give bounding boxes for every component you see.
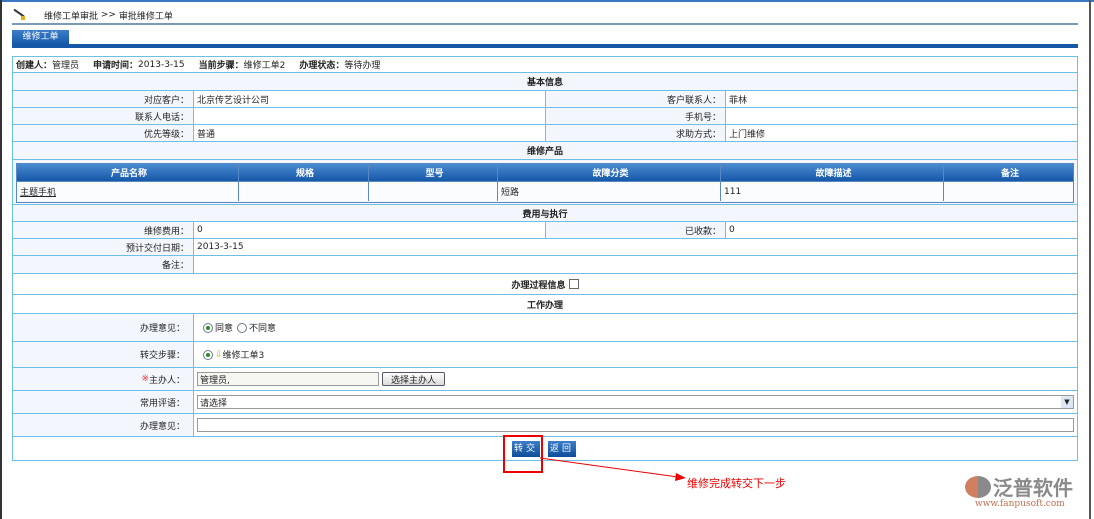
date-label: 预计交付日期： xyxy=(13,239,194,255)
process-title: 办理过程信息 xyxy=(511,280,566,291)
next-step-label: 维修工单3 xyxy=(222,351,265,361)
section-products: 维修产品 xyxy=(13,142,1077,160)
annotation-text: 维修完成转交下一步 xyxy=(687,477,786,490)
col-name: 产品名称 xyxy=(17,164,239,181)
divider xyxy=(12,23,1078,25)
received-label: 已收款： xyxy=(545,222,726,238)
remark-label: 备注： xyxy=(13,256,194,273)
comment-select[interactable]: 请选择 ▼ xyxy=(197,395,1074,409)
received-value: 0 xyxy=(729,225,735,235)
remark-row: 备注： xyxy=(13,256,1077,274)
cell-fault-type: 短路 xyxy=(498,182,721,201)
priority-label: 优先等级： xyxy=(13,125,194,141)
handler-label: 主办人： xyxy=(148,375,185,386)
mobile-label: 手机号： xyxy=(545,108,726,124)
opinion-row: 办理意见： 同意 不同意 xyxy=(13,314,1077,342)
choose-handler-button[interactable]: 选择主办人 xyxy=(382,372,446,386)
annotation-arrow xyxy=(540,457,686,481)
required-mark: ※ xyxy=(141,374,149,384)
phone-label: 联系人电话： xyxy=(13,108,194,124)
disagree-label: 不同意 xyxy=(249,324,277,334)
summary-row: 创建人： 管理员 申请时间： 2013-3-15 当前步骤： 维修工单2 办理状态：等… xyxy=(13,57,1077,73)
table-row: 主题手机 短路 111 xyxy=(17,181,1073,201)
products-header: 产品名称 规格 型号 故障分类 故障描述 备注 xyxy=(17,164,1073,181)
status-label: 办理状态： xyxy=(299,61,345,71)
section-basic: 基本信息 xyxy=(13,73,1077,91)
contact-value: 菲林 xyxy=(729,95,748,106)
products-table: 产品名称 规格 型号 故障分类 故障描述 备注 主题手机 短路 111 xyxy=(16,163,1074,203)
tab-repair-order[interactable]: 维修工单 xyxy=(12,30,69,45)
section-process: 办理过程信息 xyxy=(13,274,1077,295)
col-spec: 规格 xyxy=(239,164,369,181)
logo-name: 泛普软件 xyxy=(993,476,1073,500)
breadcrumb-parent[interactable]: 维修工单审批 xyxy=(44,9,98,22)
time: 2013-3-15 xyxy=(138,59,185,70)
repair-order-form: 创建人： 管理员 申请时间： 2013-3-15 当前步骤： 维修工单2 办理状态：等… xyxy=(12,56,1078,461)
cell-spec xyxy=(239,182,369,201)
opinion2-label: 办理意见： xyxy=(13,414,194,436)
comment-label: 常用评语： xyxy=(13,391,194,413)
col-model: 型号 xyxy=(369,164,498,181)
chevron-down-icon[interactable]: ▼ xyxy=(1061,396,1073,408)
logo-url: www.fanpusoft.com xyxy=(975,499,1065,509)
tab-bar xyxy=(12,44,1078,48)
method-value: 上门维修 xyxy=(729,129,766,140)
customer-label: 对应客户： xyxy=(13,91,194,107)
step-row: 转交步骤： ⇩ 维修工单3 xyxy=(13,342,1077,368)
agree-radio[interactable] xyxy=(203,322,213,333)
phone-row: 联系人电话： 手机号： xyxy=(13,108,1077,125)
step-label2: 转交步骤： xyxy=(13,342,194,367)
step: 维修工单2 xyxy=(243,61,286,71)
creator-label: 创建人： xyxy=(16,61,53,71)
creator: 管理员 xyxy=(52,61,80,71)
col-fault-type: 故障分类 xyxy=(498,164,721,181)
breadcrumb: 维修工单审批 >> 审批维修工单 xyxy=(12,8,173,22)
customer-row: 对应客户： 北京传艺设计公司 客户联系人： 菲林 xyxy=(13,91,1077,108)
priority-row: 优先等级： 普通 求助方式： 上门维修 xyxy=(13,125,1077,142)
agree-label: 同意 xyxy=(215,324,234,334)
handler-row: ※ 主办人： 管理员, 选择主办人 xyxy=(13,368,1077,391)
highlight-box xyxy=(503,435,543,473)
section-cost: 费用与执行 xyxy=(13,205,1077,222)
product-link[interactable]: 主题手机 xyxy=(20,185,56,198)
priority-value: 普通 xyxy=(197,129,216,140)
next-step-radio[interactable] xyxy=(203,349,213,360)
time-label: 申请时间： xyxy=(93,61,139,71)
fee-label: 维修费用： xyxy=(13,222,194,238)
method-label: 求助方式： xyxy=(545,125,726,141)
section-work: 工作办理 xyxy=(13,295,1077,314)
contact-label: 客户联系人： xyxy=(545,91,726,107)
step-label: 当前步骤： xyxy=(198,61,244,71)
fanpusoft-logo: 泛普软件 www.fanpusoft.com xyxy=(965,472,1085,514)
cell-remark xyxy=(944,182,1073,201)
cell-model xyxy=(369,182,498,201)
fee-row: 维修费用： 0 已收款： 0 xyxy=(13,222,1077,239)
comment-select-value: 请选择 xyxy=(200,398,228,409)
logo-mark-icon xyxy=(965,476,991,498)
fee-value: 0 xyxy=(197,225,203,235)
handler-input[interactable]: 管理员, xyxy=(197,372,379,386)
opinion2-row: 办理意见： xyxy=(13,414,1077,437)
status: 等待办理 xyxy=(344,61,381,71)
opinion-label: 办理意见： xyxy=(13,314,194,341)
col-remark: 备注 xyxy=(1000,169,1019,179)
customer-value: 北京传艺设计公司 xyxy=(197,95,270,106)
arrow-down-icon: ⇩ xyxy=(215,349,223,360)
window-left-border xyxy=(0,0,2,519)
date-row: 预计交付日期： 2013-3-15 xyxy=(13,239,1077,256)
comment-row: 常用评语： 请选择 ▼ xyxy=(13,391,1077,414)
process-checkbox[interactable] xyxy=(568,279,579,289)
disagree-radio[interactable] xyxy=(237,322,248,333)
window-top-border xyxy=(0,0,1094,2)
date-value: 2013-3-15 xyxy=(197,242,244,252)
window-right-border xyxy=(1089,0,1091,519)
col-fault-desc: 故障描述 xyxy=(721,164,944,181)
opinion2-input[interactable] xyxy=(197,418,1074,432)
breadcrumb-current: 审批维修工单 xyxy=(118,11,173,22)
cell-fault-desc: 111 xyxy=(721,182,944,201)
pen-icon xyxy=(12,9,26,21)
breadcrumb-sep: >> xyxy=(100,10,116,20)
